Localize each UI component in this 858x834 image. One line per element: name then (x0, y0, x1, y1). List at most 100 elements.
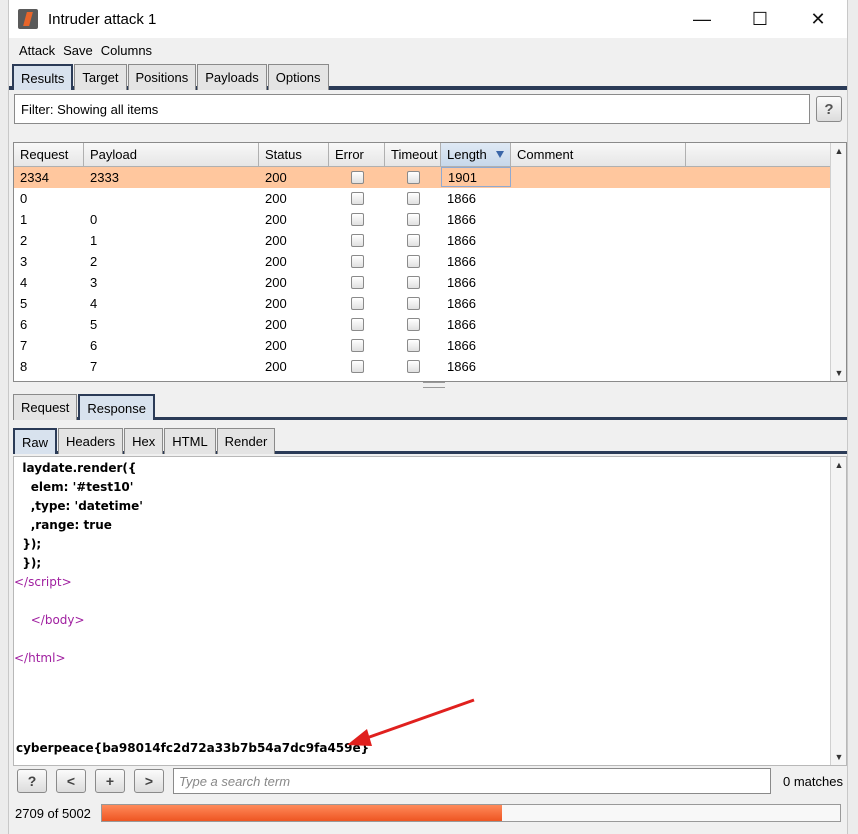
search-options-button[interactable]: + (95, 769, 125, 793)
tab-payloads[interactable]: Payloads (197, 64, 267, 90)
tag-close-bracket: > (74, 613, 85, 627)
progress-fill (101, 805, 502, 821)
cell-length: 1866 (447, 212, 476, 227)
code-line: </script> (14, 573, 830, 592)
tab-options[interactable]: Options (267, 64, 329, 90)
cell-payload: 4 (90, 296, 98, 311)
tab-html[interactable]: HTML (164, 428, 216, 454)
window-title: Intruder attack 1 (48, 10, 157, 28)
tab-positions[interactable]: Positions (127, 64, 197, 90)
menu-bar: Attack Save Columns (9, 38, 847, 62)
column-error[interactable]: Error (329, 143, 385, 166)
column-comment[interactable]: Comment (511, 143, 686, 166)
checkbox-icon (406, 255, 420, 268)
checkbox-icon (350, 192, 364, 205)
filter-row: Filter: Showing all items ? (9, 90, 847, 128)
sort-desc-icon (496, 151, 504, 158)
cell-payload: 2 (90, 254, 98, 269)
search-next-button[interactable]: > (134, 769, 164, 793)
cell-error (329, 188, 385, 209)
tab-headers[interactable]: Headers (58, 428, 124, 454)
table-row[interactable]: 1 0 200 1866 (14, 209, 846, 230)
cell-timeout (385, 167, 441, 188)
tag-close-bracket: > (55, 651, 66, 665)
column-status[interactable]: Status (259, 143, 329, 166)
filter-bar[interactable]: Filter: Showing all items (14, 94, 810, 124)
cell-request: 5 (20, 296, 28, 311)
tab-response[interactable]: Response (78, 394, 155, 420)
minimize-icon[interactable]: — (673, 0, 731, 38)
cell-payload (84, 188, 259, 209)
cell-request: 8 (20, 359, 28, 374)
close-icon[interactable]: ✕ (789, 0, 847, 38)
cell-timeout (385, 356, 441, 377)
cell-status: 200 (265, 338, 287, 353)
checkbox-icon (406, 192, 420, 205)
cell-comment (511, 188, 686, 209)
response-scrollbar[interactable]: ▲ ▼ (830, 457, 846, 765)
tab-target[interactable]: Target (74, 64, 127, 90)
cell-status: 200 (265, 275, 287, 290)
cell-comment (511, 293, 686, 314)
table-row[interactable]: 8 7 200 1866 (14, 356, 846, 377)
maximize-icon[interactable]: ☐ (731, 0, 789, 38)
checkbox-icon (406, 360, 420, 373)
scroll-down-icon[interactable]: ▼ (831, 365, 847, 381)
cell-payload: 5 (90, 317, 98, 332)
code-line: </html> (14, 649, 830, 668)
code-line: </body> (14, 611, 830, 630)
table-row[interactable]: 0 200 1866 (14, 188, 846, 209)
tab-hex[interactable]: Hex (124, 428, 164, 454)
tab-results[interactable]: Results (12, 64, 74, 90)
column-timeout[interactable]: Timeout (385, 143, 441, 166)
checkbox-icon (406, 318, 420, 331)
cell-error (329, 293, 385, 314)
cell-status: 200 (265, 233, 287, 248)
cell-payload: 1 (90, 233, 98, 248)
cell-payload: 2333 (90, 170, 119, 185)
checkbox-icon (350, 297, 364, 310)
tag-open-bracket: </ (30, 613, 45, 627)
scroll-up-icon[interactable]: ▲ (831, 457, 847, 473)
main-tabs: Results Target Positions Payloads Option… (9, 62, 847, 90)
cell-length: 1866 (447, 275, 476, 290)
scroll-down-icon[interactable]: ▼ (831, 749, 847, 765)
table-scrollbar[interactable]: ▲ ▼ (830, 143, 846, 381)
cell-request: 0 (20, 191, 28, 206)
table-row[interactable]: 5 4 200 1866 (14, 293, 846, 314)
cell-comment (511, 272, 686, 293)
search-input[interactable]: Type a search term (173, 768, 771, 794)
detail-tabs: Request Response (13, 392, 847, 420)
tab-request[interactable]: Request (13, 394, 78, 420)
results-table: Request Payload Status Error Timeout Len… (13, 142, 847, 382)
pane-splitter[interactable] (423, 382, 445, 388)
tab-render[interactable]: Render (216, 428, 276, 454)
filter-help-button[interactable]: ? (816, 96, 842, 122)
cell-timeout (385, 314, 441, 335)
search-previous-button[interactable]: < (56, 769, 86, 793)
table-row[interactable]: 3 2 200 1866 (14, 251, 846, 272)
scroll-up-icon[interactable]: ▲ (831, 143, 847, 159)
table-row[interactable]: 6 5 200 1866 (14, 314, 846, 335)
cell-length: 1866 (447, 317, 476, 332)
table-row[interactable]: 2334 2333 200 1901 (14, 167, 846, 188)
cell-status: 200 (265, 296, 287, 311)
checkbox-icon (406, 339, 420, 352)
column-payload[interactable]: Payload (84, 143, 259, 166)
menu-attack[interactable]: Attack (19, 43, 55, 58)
table-row[interactable]: 4 3 200 1866 (14, 272, 846, 293)
table-row[interactable]: 2 1 200 1866 (14, 230, 846, 251)
cell-payload: 3 (90, 275, 98, 290)
menu-save[interactable]: Save (63, 43, 93, 58)
title-bar: Intruder attack 1 — ☐ ✕ (9, 0, 847, 38)
column-request[interactable]: Request (14, 143, 84, 166)
table-row[interactable]: 7 6 200 1866 (14, 335, 846, 356)
menu-columns[interactable]: Columns (101, 43, 152, 58)
table-header: Request Payload Status Error Timeout Len… (14, 143, 846, 167)
code-line: ,range: true (14, 518, 112, 532)
column-length[interactable]: Length (441, 143, 511, 166)
search-help-button[interactable]: ? (17, 769, 47, 793)
tab-raw[interactable]: Raw (13, 428, 58, 454)
code-line: ,type: 'datetime' (14, 499, 143, 513)
checkbox-icon (350, 255, 364, 268)
